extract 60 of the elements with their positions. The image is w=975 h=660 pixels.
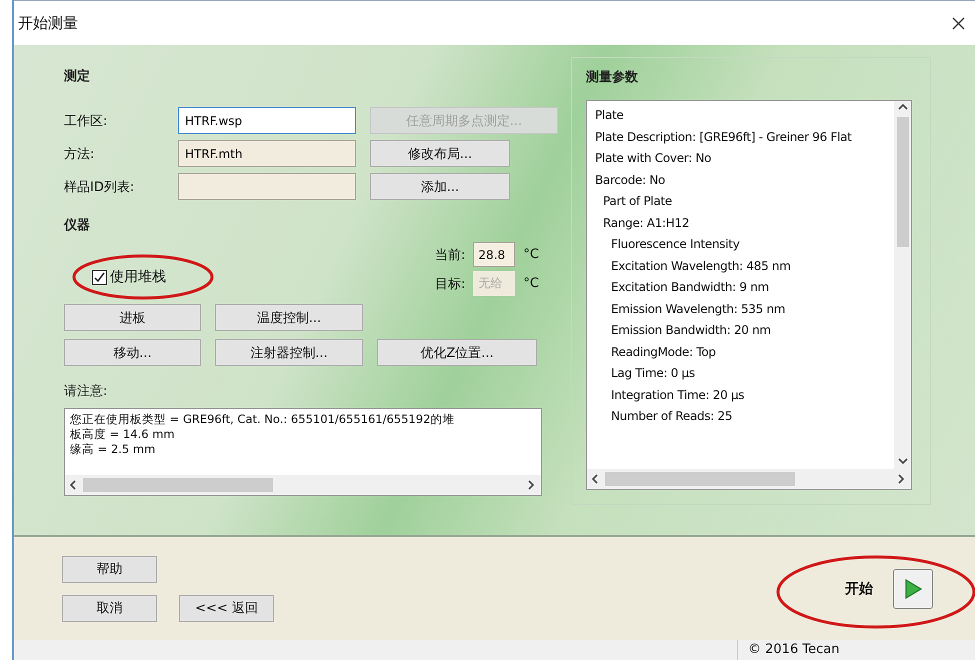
start-label: 开始 — [845, 580, 873, 598]
parameter-item: Lag Time: 0 µs — [610, 365, 696, 382]
parameter-item: Plate — [595, 107, 625, 124]
instrument-button[interactable]: 注射器控制... — [215, 339, 363, 366]
field-label: 方法: — [64, 146, 96, 162]
field-label: 工作区: — [64, 112, 108, 130]
checkbox-icon[interactable] — [92, 270, 107, 284]
play-icon — [904, 578, 922, 598]
unit-label: °C — [523, 276, 539, 291]
unit-label: °C — [523, 247, 539, 262]
section-heading: 仪器 — [64, 218, 90, 233]
parameter-item: Excitation Wavelength: 485 nm — [610, 258, 792, 274]
instrument-button[interactable]: 移动... — [64, 339, 201, 366]
temperature-field[interactable]: 28.8 — [473, 242, 516, 267]
parameter-item: Barcode: No — [595, 172, 666, 188]
horizontal-scrollbar[interactable] — [65, 475, 541, 495]
checkbox-label: 使用堆栈 — [110, 268, 166, 286]
parameter-item: Range: A1:H12 — [602, 214, 690, 232]
horizontal-scrollbar[interactable] — [587, 469, 911, 489]
input-field[interactable]: HTRF.mth — [178, 140, 356, 167]
notes-line: 您正在使用板类型 = GRE96ft, Cat. No.: 655101/655161/655192的堆 — [70, 412, 456, 427]
action-button[interactable]: 修改布局... — [370, 140, 510, 167]
start-button[interactable] — [893, 568, 933, 608]
parameter-item: Plate with Cover: No — [595, 150, 712, 167]
scroll-right-icon[interactable] — [897, 474, 907, 484]
notes-line: 板高度 = 14.6 mm — [70, 427, 176, 442]
instrument-button[interactable]: 温度控制... — [215, 304, 363, 331]
action-button[interactable]: 添加... — [370, 173, 510, 200]
parameter-item: Excitation Bandwidth: 9 nm — [610, 279, 770, 296]
help-button[interactable]: 帮助 — [62, 556, 157, 582]
scroll-right-icon[interactable] — [527, 480, 537, 490]
copyright-text: © 2016 Tecan — [737, 640, 975, 660]
parameter-item: Integration Time: 20 µs — [610, 386, 746, 404]
scroll-down-icon[interactable] — [898, 457, 908, 467]
scroll-thumb[interactable] — [896, 117, 908, 247]
instrument-button[interactable]: 优化Z位置... — [377, 339, 537, 366]
section-heading: 测量参数 — [586, 69, 639, 86]
parameter-item: Emission Wavelength: 535 nm — [610, 300, 786, 318]
notes-heading: 请注意: — [64, 384, 108, 399]
close-icon[interactable] — [952, 17, 965, 30]
field-label: 样品ID列表: — [64, 178, 136, 196]
cancel-button[interactable]: 取消 — [62, 594, 157, 622]
window-title: 开始测量 — [18, 14, 78, 32]
scroll-thumb[interactable] — [83, 478, 273, 492]
temperature-label: 当前: — [435, 246, 466, 264]
back-button[interactable]: <<< 返回 — [179, 594, 274, 622]
temperature-label: 目标: — [435, 276, 466, 292]
parameter-item: Part of Plate — [602, 193, 673, 210]
parameter-item: Fluorescence Intensity — [610, 236, 740, 253]
parameter-item: ReadingMode: Top — [610, 344, 717, 360]
vertical-scrollbar[interactable] — [894, 101, 911, 469]
parameter-item: Emission Bandwidth: 20 nm — [610, 322, 772, 339]
scroll-thumb[interactable] — [605, 472, 795, 486]
parameter-item: Plate Description: [GRE96ft] - Greiner 96 Flat — [595, 128, 853, 146]
section-heading: 测定 — [64, 68, 91, 85]
input-field[interactable]: HTRF.wsp — [178, 107, 356, 134]
parameter-item: Number of Reads: 25 — [610, 408, 734, 425]
notes-line: 缘高 = 2.5 mm — [70, 442, 156, 457]
instrument-button[interactable]: 进板 — [64, 304, 201, 331]
input-field[interactable] — [178, 173, 356, 200]
